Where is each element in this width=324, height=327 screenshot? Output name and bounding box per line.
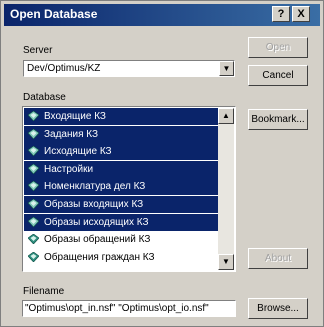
open-button[interactable]: Open xyxy=(248,37,308,58)
database-list-item[interactable]: Образы обращений КЗ xyxy=(24,231,218,248)
database-item-label: Обращения граждан КЗ xyxy=(44,251,155,263)
filename-label: Filename xyxy=(23,286,65,297)
server-value: Dev/Optimus/KZ xyxy=(27,63,101,74)
database-item-label: Образы исходящих КЗ xyxy=(44,216,149,228)
database-icon xyxy=(28,234,39,245)
cancel-button[interactable]: Cancel xyxy=(248,65,308,86)
database-item-label: Настройки xyxy=(44,163,94,175)
close-button[interactable]: X xyxy=(292,6,310,22)
database-list-item[interactable]: Образы исходящих КЗ xyxy=(24,213,218,231)
help-button[interactable]: ? xyxy=(272,6,290,22)
database-icon xyxy=(28,181,39,192)
filename-input[interactable]: "Optimus\opt_in.nsf" "Optimus\opt_io.nsf… xyxy=(22,300,236,317)
database-list-item[interactable]: Входящие КЗ xyxy=(24,108,218,125)
database-icon xyxy=(28,216,39,227)
database-label: Database xyxy=(23,92,66,103)
browse-button[interactable]: Browse... xyxy=(248,298,308,319)
server-label: Server xyxy=(23,45,53,56)
bookmark-button[interactable]: Bookmark... xyxy=(248,109,308,130)
database-list-item[interactable]: Обращения граждан КЗ xyxy=(24,249,218,266)
server-combobox[interactable]: Dev/Optimus/KZ ▼ xyxy=(23,60,235,77)
database-list-item[interactable]: Настройки xyxy=(24,160,218,178)
database-icon xyxy=(28,199,39,209)
window-title: Open Database xyxy=(10,7,98,21)
database-item-label: Номенклатура дел КЗ xyxy=(44,181,146,193)
title-bar[interactable]: Open Database ? X xyxy=(4,4,320,26)
about-button[interactable]: About xyxy=(248,248,308,269)
database-icon xyxy=(28,251,39,262)
database-item-label: Исходящие КЗ xyxy=(44,146,112,158)
list-scrollbar[interactable]: ▲ ▼ xyxy=(218,108,234,270)
database-item-label: Входящие КЗ xyxy=(44,111,106,122)
database-item-label: Образы входящих КЗ xyxy=(44,199,144,210)
database-icon xyxy=(28,146,39,157)
database-list-item[interactable]: Исходящие КЗ xyxy=(24,143,218,161)
database-item-label: Образы обращений КЗ xyxy=(44,234,151,246)
scroll-down-icon[interactable]: ▼ xyxy=(218,254,234,270)
open-database-dialog: Open Database ? X Server Dev/Optimus/KZ … xyxy=(0,0,324,327)
database-icon xyxy=(28,111,39,121)
chevron-down-icon[interactable]: ▼ xyxy=(219,61,234,76)
database-icon xyxy=(28,128,39,139)
scroll-up-icon[interactable]: ▲ xyxy=(218,108,234,124)
database-list[interactable]: Входящие КЗ Задания КЗ Исходящие КЗ Настрой… xyxy=(22,106,236,272)
database-list-item[interactable]: Образы входящих КЗ xyxy=(24,196,218,213)
database-item-label: Задания КЗ xyxy=(44,128,99,140)
database-icon xyxy=(28,163,39,174)
database-list-item[interactable]: Номенклатура дел КЗ xyxy=(24,178,218,196)
database-list-item[interactable]: Задания КЗ xyxy=(24,125,218,143)
